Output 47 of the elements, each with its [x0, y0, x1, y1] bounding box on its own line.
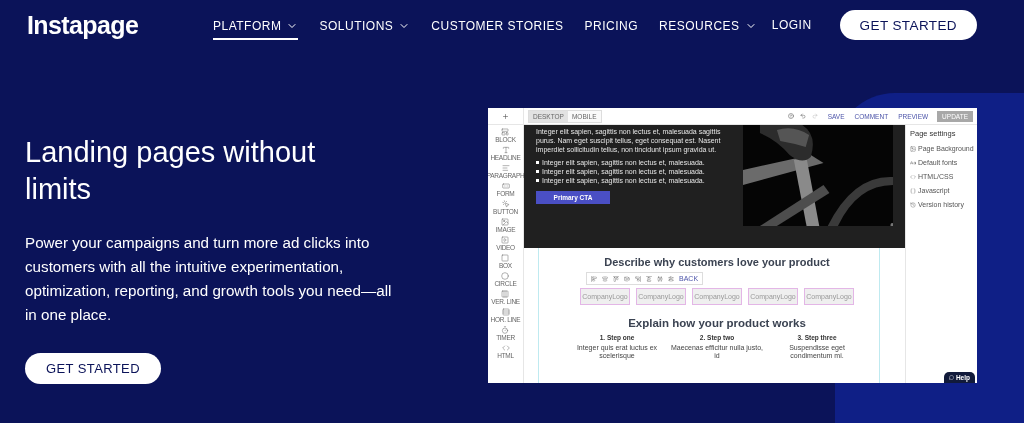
paragraph-icon[interactable] [501, 164, 510, 172]
circle-icon[interactable] [501, 272, 510, 280]
bullet-icon [536, 179, 539, 182]
cursor-icon[interactable] [501, 200, 510, 208]
align-icon[interactable] [624, 275, 630, 282]
history-icon [910, 201, 916, 208]
rows-icon[interactable] [501, 308, 510, 316]
align-icon[interactable] [668, 275, 674, 282]
nav-item[interactable]: CUSTOMER STORIES [431, 12, 564, 40]
add-icon[interactable] [502, 112, 509, 120]
align-icon[interactable] [591, 275, 597, 282]
login-link[interactable]: LOGIN [771, 18, 812, 32]
section-heading: Describe why customers love your product [604, 256, 830, 268]
hero-text: Power your campaigns and turn more ad clicks into customers with all the intuitive experimentation, optimization, reporting, and growth tools you need—all in one place. [25, 233, 393, 325]
align-icon[interactable] [602, 275, 608, 282]
redo-icon[interactable] [811, 113, 818, 119]
nav-item[interactable]: PLATFORM [213, 12, 299, 40]
align-icon[interactable] [635, 275, 641, 282]
image-icon [910, 145, 916, 152]
font-icon [910, 159, 916, 166]
bullet-icon [536, 170, 539, 173]
logo[interactable]: Instapage [27, 10, 213, 40]
video-icon[interactable] [501, 236, 510, 244]
align-icon[interactable] [657, 275, 663, 282]
bullet-icon [536, 161, 539, 164]
timer-icon[interactable] [501, 326, 510, 334]
code-icon[interactable] [501, 344, 510, 352]
form-icon[interactable] [501, 182, 510, 190]
section-heading: Explain how your product works [628, 317, 806, 329]
nav-item[interactable]: RESOURCES [659, 12, 757, 40]
get-started-button[interactable]: GET STARTED [839, 10, 977, 40]
nav-item[interactable]: SOLUTIONS [319, 12, 411, 40]
align-icon[interactable] [646, 275, 652, 282]
braces-icon [910, 187, 916, 194]
help-icon[interactable] [787, 113, 794, 119]
code-icon [910, 173, 916, 180]
get-started-button[interactable]: GET STARTED [25, 353, 161, 384]
columns-icon[interactable] [501, 290, 510, 298]
nav-item[interactable]: PRICING [584, 12, 639, 40]
square-icon[interactable] [501, 254, 510, 262]
hero-title: Landing pages without limits [25, 135, 317, 207]
undo-icon[interactable] [799, 113, 806, 119]
type-icon[interactable] [501, 146, 510, 154]
chat-icon [948, 375, 954, 380]
align-icon[interactable] [613, 275, 619, 282]
image-icon[interactable] [501, 218, 510, 226]
block-icon[interactable] [501, 128, 510, 136]
